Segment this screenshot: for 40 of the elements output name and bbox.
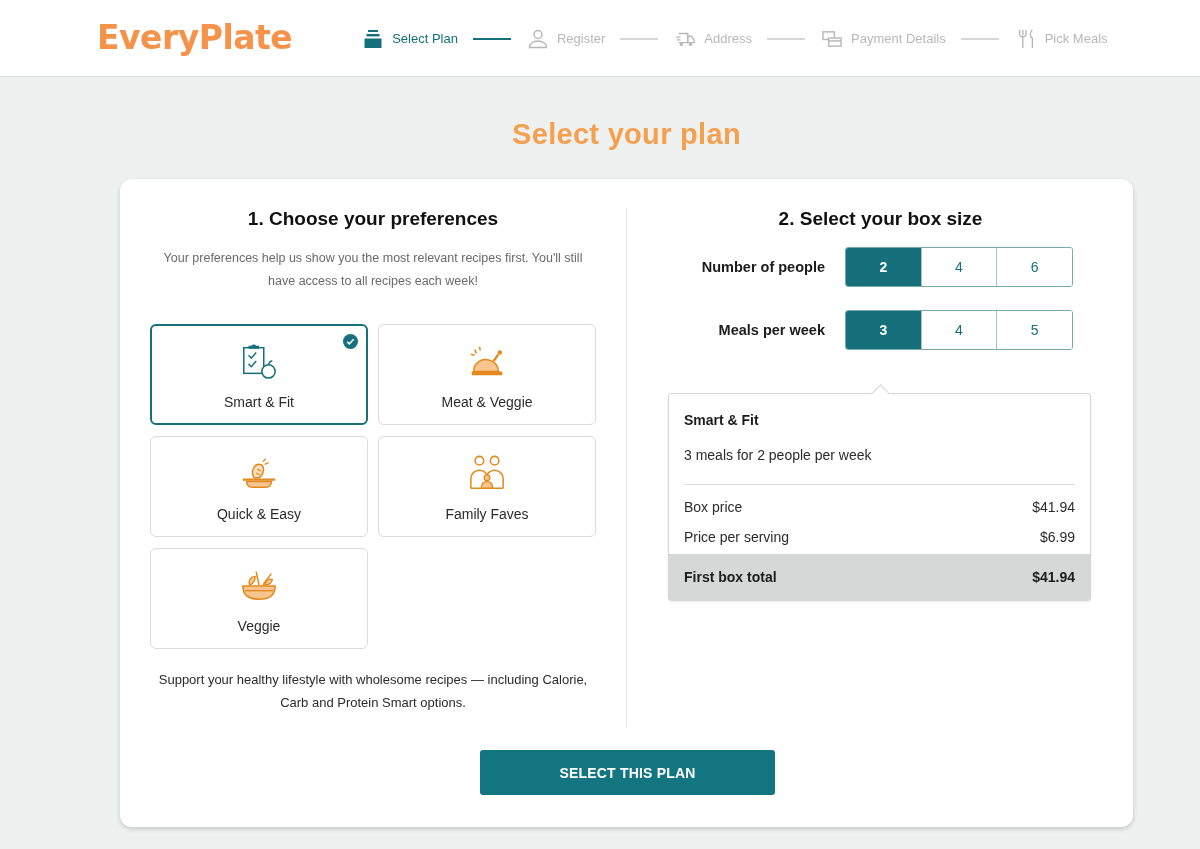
step-connector <box>472 37 511 40</box>
select-plan-button[interactable]: SELECT THIS PLAN <box>480 750 775 795</box>
plan-note: Support your healthy lifestyle with wholesome recipes — including Calorie, Carb and Protein Smart options. <box>157 671 589 712</box>
price-label: Box price <box>684 498 743 517</box>
cards-icon <box>822 28 843 49</box>
section-heading: 1. Choose your preferences <box>246 207 500 231</box>
preference-tile[interactable]: Meat & Veggie <box>378 324 596 425</box>
plan-name: Smart & Fit <box>684 411 760 429</box>
selector-label: Meals per week <box>717 322 825 338</box>
clipboard-apple-icon <box>240 342 278 380</box>
box-stack-icon <box>363 28 384 49</box>
segment-button[interactable]: 6 <box>996 248 1072 286</box>
segment-button[interactable]: 5 <box>996 311 1072 349</box>
section-heading: 2. Select your box size <box>777 207 984 231</box>
segment-button[interactable]: 3 <box>846 311 921 349</box>
selector-label: Number of people <box>700 259 825 275</box>
step-label: Select Plan <box>392 31 458 46</box>
plan-detail: 3 meals for 2 people per week <box>684 446 873 464</box>
step-connector <box>620 37 659 40</box>
person-icon <box>527 28 548 49</box>
segment-button[interactable]: 2 <box>846 248 921 286</box>
preference-tile[interactable]: Smart & Fit <box>150 324 368 425</box>
page-title: Select your plan <box>511 117 742 152</box>
step-connector <box>767 37 806 40</box>
preference-tile[interactable]: Family Faves <box>378 436 596 537</box>
price-label: Price per serving <box>684 528 790 547</box>
total-label: First box total <box>684 569 777 585</box>
step-connector <box>960 37 999 40</box>
price-value: $41.94 <box>1032 498 1075 517</box>
step-label: Address <box>704 31 753 46</box>
preference-tile[interactable]: Quick & Easy <box>150 436 368 537</box>
step-label: Register <box>556 31 606 46</box>
preference-tile[interactable]: Veggie <box>150 548 368 649</box>
preferences-description: Your preferences help us show you the most relevant recipes first. You'll still have access to all recipes each week! <box>162 250 584 290</box>
step-label: Payment Details <box>851 31 946 46</box>
family-icon <box>468 454 506 492</box>
total-value: $41.94 <box>1032 569 1075 585</box>
price-value: $6.99 <box>1039 528 1075 547</box>
check-circle-icon <box>343 334 358 349</box>
step-label: Pick Meals <box>1044 31 1108 46</box>
